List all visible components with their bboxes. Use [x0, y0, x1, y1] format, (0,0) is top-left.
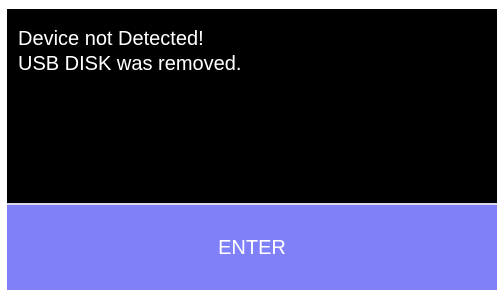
alert-message-panel: Device not Detected! USB DISK was remove…: [7, 9, 497, 203]
device-alert-dialog: Device not Detected! USB DISK was remove…: [7, 9, 497, 290]
alert-message-line-1: Device not Detected!: [18, 28, 204, 50]
enter-button-label: ENTER: [218, 236, 286, 259]
alert-message-line-2: USB DISK was removed.: [18, 53, 242, 75]
enter-button[interactable]: ENTER: [7, 205, 497, 290]
